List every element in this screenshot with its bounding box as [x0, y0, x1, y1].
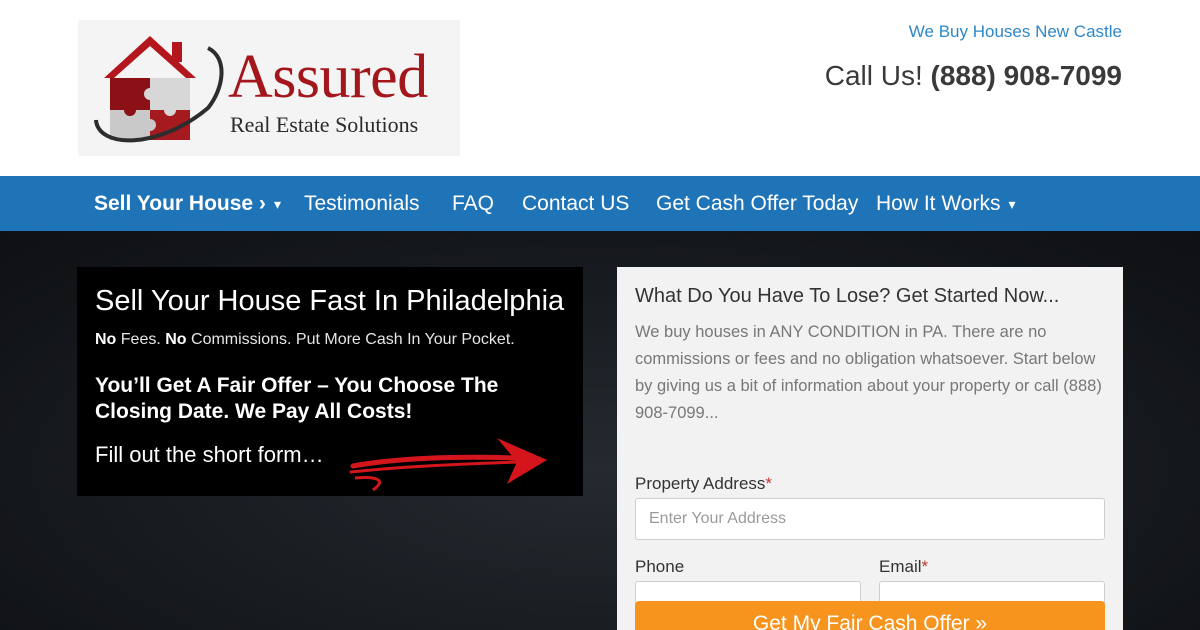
call-us: Call Us! (888) 908-7099: [825, 60, 1122, 92]
lead-form: What Do You Have To Lose? Get Started No…: [617, 267, 1123, 630]
hero-offer-text: You’ll Get A Fair Offer – You Choose The…: [95, 374, 499, 423]
chevron-down-icon: ▾: [1008, 195, 1016, 212]
email-label: Email*: [879, 557, 928, 577]
nav-item-label: Contact US: [522, 192, 630, 215]
nav-item-label: Testimonials: [304, 192, 420, 215]
form-title: What Do You Have To Lose? Get Started No…: [635, 285, 1060, 307]
hero-section: Sell Your House Fast In Philadelphia No …: [0, 231, 1200, 630]
hero-sub-text-2: Commissions. Put More Cash In Your Pocke…: [186, 331, 515, 348]
form-description: We buy houses in ANY CONDITION in PA. Th…: [635, 323, 1102, 422]
hero-title: Sell Your House Fast In Philadelphia: [95, 285, 565, 317]
phone-label: Phone: [635, 557, 685, 576]
chevron-down-icon: ▾: [273, 195, 281, 212]
required-marker: *: [921, 557, 929, 576]
logo-title: Assured: [228, 43, 428, 111]
nav-item-faq[interactable]: FAQ: [452, 176, 494, 231]
house-puzzle-logo-icon: [94, 36, 224, 143]
main-nav: Sell Your House › ▾ Testimonials FAQ Cont…: [0, 176, 1200, 231]
logo-subtitle: Real Estate Solutions: [230, 112, 419, 137]
site-header: Assured Real Estate Solutions We Buy Hou…: [0, 0, 1200, 176]
nav-item-get-cash-offer[interactable]: Get Cash Offer Today: [656, 176, 858, 231]
hero-subtitle: No Fees. No Commissions. Put More Cash I…: [95, 331, 515, 349]
required-marker: *: [765, 474, 773, 493]
property-address-label: Property Address*: [635, 474, 772, 494]
hero-sub-text-1: Fees.: [116, 331, 166, 348]
nav-item-label: How It Works: [876, 192, 1001, 215]
hero-no-2: No: [165, 331, 187, 348]
nav-item-how-it-works[interactable]: How It Works ▾: [876, 176, 1016, 231]
property-address-label-text: Property Address: [635, 474, 766, 493]
hero-no-1: No: [95, 331, 117, 348]
submit-button[interactable]: Get My Fair Cash Offer »: [635, 601, 1105, 630]
nav-item-contact-us[interactable]: Contact US: [522, 176, 629, 231]
nav-item-label: Get Cash Offer Today: [656, 192, 859, 215]
phone-number[interactable]: (888) 908-7099: [931, 60, 1122, 91]
logo[interactable]: Assured Real Estate Solutions: [78, 20, 460, 156]
we-buy-houses-link[interactable]: We Buy Houses New Castle: [909, 22, 1122, 42]
nav-item-label: Sell Your House ›: [94, 192, 266, 215]
nav-item-testimonials[interactable]: Testimonials: [304, 176, 420, 231]
email-label-text: Email: [879, 557, 922, 576]
hero-message-box: Sell Your House Fast In Philadelphia No …: [77, 267, 583, 496]
nav-item-sell-your-house[interactable]: Sell Your House › ▾: [94, 176, 281, 231]
nav-item-label: FAQ: [452, 192, 495, 215]
property-address-input[interactable]: [635, 498, 1105, 540]
red-arrow-icon: [349, 438, 547, 492]
call-prefix: Call Us!: [824, 60, 923, 91]
hero-fill-text: Fill out the short form…: [95, 442, 324, 467]
